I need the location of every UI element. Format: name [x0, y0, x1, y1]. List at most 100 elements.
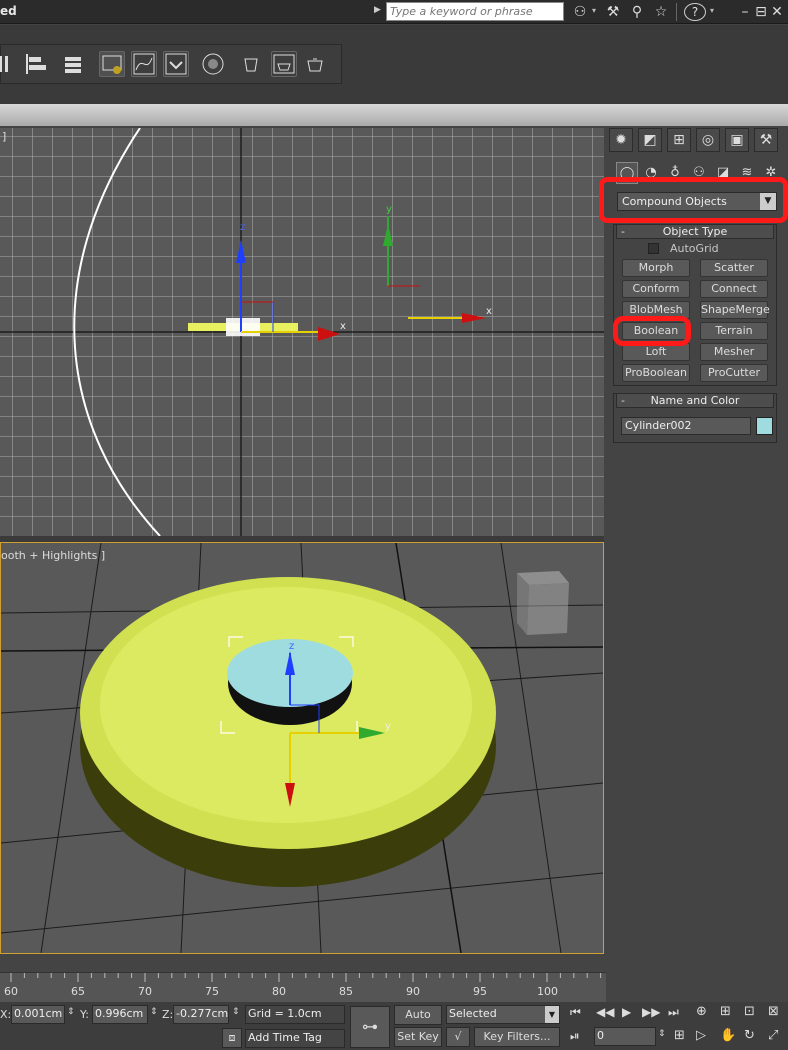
viewcube-icon[interactable]: [517, 571, 569, 635]
render-setup-icon[interactable]: [239, 51, 265, 77]
hierarchy-tab-icon[interactable]: ⊞: [667, 128, 691, 152]
restore-button[interactable]: ⊟: [754, 2, 768, 22]
zoom-all-icon[interactable]: ⊞: [720, 1004, 731, 1019]
play-icon[interactable]: ▶: [622, 1005, 631, 1019]
object-name-field[interactable]: Cylinder002: [621, 417, 751, 435]
axis-label-z: z: [289, 641, 294, 652]
name-color-header[interactable]: - Name and Color: [616, 393, 774, 408]
terrain-button[interactable]: Terrain: [700, 322, 768, 340]
previous-frame-icon[interactable]: ◀◀: [596, 1005, 614, 1019]
pan-icon[interactable]: ✋: [720, 1028, 736, 1043]
auto-key-button[interactable]: Auto Key: [394, 1005, 442, 1039]
proboolean-button[interactable]: ProBoolean: [622, 364, 690, 382]
spinner-icon[interactable]: ⇕: [232, 1007, 240, 1017]
display-tab-icon[interactable]: ▣: [725, 128, 749, 152]
tick-label: 90: [406, 985, 420, 998]
morph-button[interactable]: Morph: [622, 259, 690, 277]
procutter-button[interactable]: ProCutter: [700, 364, 768, 382]
title-bar: ed ▶ ⚇ ▾ ⚒ ⚲ ☆ ? ▾ – ⊟ ✕: [0, 0, 788, 24]
collapse-icon: -: [621, 225, 625, 238]
connect-button[interactable]: Connect: [700, 280, 768, 298]
zoom-extents-all-icon[interactable]: ⊠: [768, 1004, 779, 1019]
autogrid-label: AutoGrid: [670, 242, 719, 255]
spinner-icon[interactable]: ⇕: [150, 1007, 158, 1017]
shapemerge-button[interactable]: ShapeMerge: [700, 301, 770, 319]
layer-manager-icon[interactable]: [61, 51, 87, 77]
wrench-icon[interactable]: ⚒: [602, 2, 624, 22]
timeline-end-area: [606, 972, 788, 1002]
search-input[interactable]: [386, 2, 564, 21]
status-bar: X: 0.001cm ⇕ Y: 0.996cm ⇕ Z: -0.277cm ⇕ …: [0, 1002, 788, 1050]
selection-set-value: Selected: [449, 1007, 497, 1020]
close-button[interactable]: ✕: [770, 2, 784, 22]
object-color-swatch[interactable]: [756, 417, 773, 435]
perspective-viewport-canvas: z y: [1, 543, 603, 953]
add-time-tag-button[interactable]: Add Time Tag: [245, 1029, 345, 1048]
zoom-extents-icon[interactable]: ⊡: [744, 1004, 755, 1019]
scatter-button[interactable]: Scatter: [700, 259, 768, 277]
curve-editor-icon[interactable]: [131, 51, 157, 77]
spinner-icon[interactable]: ⇕: [67, 1007, 75, 1017]
star-icon[interactable]: ☆: [650, 2, 672, 22]
perspective-viewport[interactable]: z y ooth + Highlights ]: [0, 542, 604, 954]
rendered-frame-icon[interactable]: [271, 51, 297, 77]
category-dropdown[interactable]: Compound Objects ▼: [617, 192, 777, 211]
category-value: Compound Objects: [622, 195, 727, 208]
chevron-down-icon[interactable]: ▼: [545, 1006, 559, 1023]
front-viewport[interactable]: z x y x ]: [0, 128, 604, 536]
z-coordinate-field[interactable]: -0.277cm: [173, 1005, 229, 1024]
set-key-icon[interactable]: ⊶: [350, 1006, 390, 1048]
separator: [676, 3, 677, 21]
key-search-icon[interactable]: ⚲: [626, 2, 648, 22]
next-frame-icon[interactable]: ▶▶: [642, 1005, 660, 1019]
selection-set-dropdown[interactable]: Selected ▼: [446, 1005, 560, 1024]
object-type-header[interactable]: - Object Type: [616, 224, 774, 239]
spinner-icon[interactable]: ⇕: [658, 1029, 666, 1039]
mesher-button[interactable]: Mesher: [700, 343, 768, 361]
key-filters-button[interactable]: Key Filters...: [474, 1027, 560, 1047]
zoom-icon[interactable]: ⊕: [696, 1004, 707, 1019]
time-tag-icon[interactable]: ⧈: [222, 1028, 242, 1048]
align-left-icon[interactable]: [23, 51, 49, 77]
align-icon[interactable]: [0, 51, 21, 77]
render-teapot-icon[interactable]: [303, 51, 329, 77]
set-key-button[interactable]: Set Key: [394, 1027, 442, 1047]
chevron-down-icon[interactable]: ▾: [592, 6, 596, 15]
x-coordinate-field[interactable]: 0.001cm: [11, 1005, 65, 1024]
material-editor-icon[interactable]: [201, 51, 227, 77]
key-mode-icon[interactable]: √: [446, 1027, 470, 1047]
small-cylinder-front: [226, 318, 260, 336]
time-configuration-icon[interactable]: ⊞: [674, 1028, 685, 1043]
modify-tab-icon[interactable]: ◩: [638, 128, 662, 152]
maximize-viewport-icon[interactable]: ⤢: [768, 1028, 778, 1043]
create-tab-icon[interactable]: ✹: [609, 128, 633, 152]
minimize-button[interactable]: –: [738, 2, 752, 22]
orbit-icon[interactable]: ↻: [744, 1028, 755, 1043]
motion-tab-icon[interactable]: ◎: [696, 128, 720, 152]
tick-label: 70: [138, 985, 152, 998]
help-icon[interactable]: ?: [684, 3, 706, 21]
y-coordinate-field[interactable]: 0.996cm: [92, 1005, 148, 1024]
viewport-label[interactable]: ooth + Highlights ]: [1, 549, 105, 562]
field-of-view-icon[interactable]: ▷: [696, 1028, 706, 1043]
key-mode-toggle-icon[interactable]: ⏯: [570, 1029, 580, 1044]
tick-label: 95: [473, 985, 487, 998]
main-toolbar: [0, 44, 342, 84]
current-frame-field[interactable]: 0: [594, 1027, 656, 1046]
window-title: ed: [0, 4, 17, 18]
go-to-end-icon[interactable]: ⏭: [668, 1005, 679, 1020]
utilities-tab-icon[interactable]: ⚒: [754, 128, 778, 152]
chevron-down-icon[interactable]: ▼: [760, 193, 776, 210]
conform-button[interactable]: Conform: [622, 280, 690, 298]
collapse-icon: -: [621, 394, 625, 407]
search-expand-icon[interactable]: ▶: [374, 5, 381, 15]
viewport-label[interactable]: ]: [2, 130, 6, 143]
go-to-start-icon[interactable]: ⏮: [570, 1005, 581, 1020]
dope-sheet-icon[interactable]: [163, 51, 189, 77]
time-slider-track[interactable]: 60 65 70 75 80 85 90 95 100: [0, 972, 606, 1002]
binoculars-icon[interactable]: ⚇: [568, 2, 592, 22]
chevron-down-icon[interactable]: ▾: [710, 6, 714, 15]
axis-label-y: y: [385, 721, 391, 732]
scene-explorer-icon[interactable]: [99, 51, 125, 77]
autogrid-checkbox[interactable]: [648, 243, 659, 254]
